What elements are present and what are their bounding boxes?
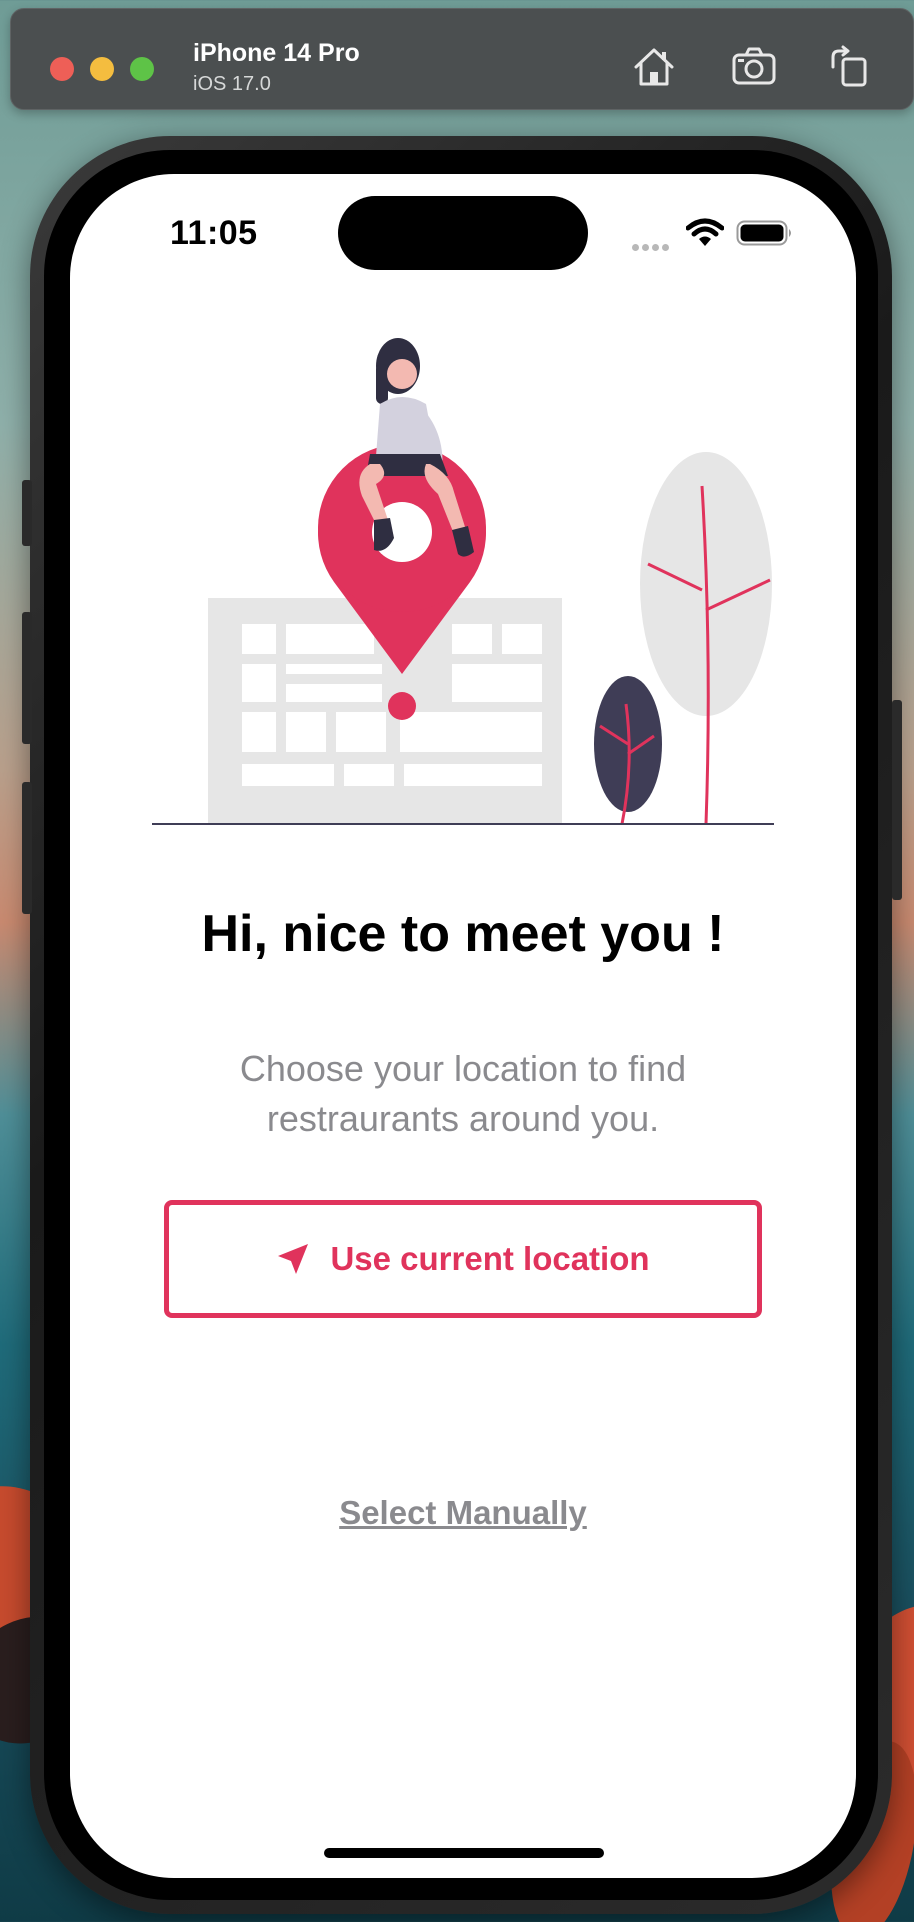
power-button: [892, 700, 902, 900]
rotate-button[interactable]: [827, 45, 873, 89]
home-indicator[interactable]: [324, 1848, 604, 1858]
use-current-location-label: Use current location: [330, 1240, 650, 1277]
minimize-window-button[interactable]: [90, 57, 114, 81]
volume-up-button: [22, 612, 32, 744]
close-window-button[interactable]: [50, 57, 74, 81]
cellular-signal-icon: [632, 238, 676, 251]
tree-gray: [640, 452, 772, 825]
location-arrow-icon: [278, 1244, 309, 1274]
screenshot-button[interactable]: [731, 45, 777, 89]
welcome-heading: Hi, nice to meet you !: [201, 905, 725, 963]
rotate-icon: [831, 45, 867, 87]
battery-icon: [736, 220, 791, 246]
simulator-title-bar: iPhone 14 Pro iOS 17.0: [10, 8, 914, 110]
os-version: iOS 17.0: [193, 73, 271, 95]
home-icon: [634, 48, 674, 86]
zoom-window-button[interactable]: [130, 57, 154, 81]
phone-screen: 11:05 Hi, nice to meet you ! Choose your…: [70, 174, 856, 1878]
dynamic-island: [338, 196, 588, 270]
volume-down-button: [22, 782, 32, 914]
welcome-subtitle: Choose your location to find restraurant…: [239, 1048, 687, 1139]
home-button[interactable]: [631, 45, 677, 89]
use-current-location-button[interactable]: Use current location: [164, 1200, 762, 1318]
select-manually-link[interactable]: Select Manually: [70, 1494, 856, 1532]
action-button: [22, 480, 32, 546]
screenshot-icon: [732, 47, 776, 85]
wifi-icon: [686, 218, 724, 246]
tree-dark: [594, 676, 662, 825]
status-time: 11:05: [170, 214, 258, 252]
location-illustration: [152, 338, 774, 825]
device-name: iPhone 14 Pro: [193, 39, 360, 67]
